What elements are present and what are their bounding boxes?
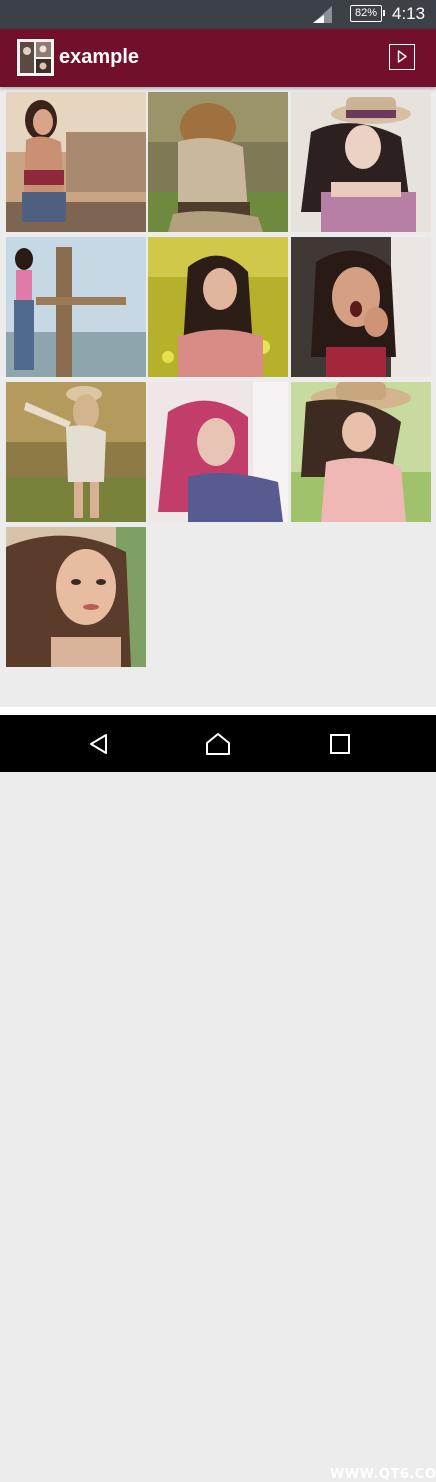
photo-thumbnail-9[interactable]: [291, 382, 431, 522]
recents-button[interactable]: [327, 731, 353, 757]
photo-thumbnail-8[interactable]: [148, 382, 288, 522]
battery-icon: 82%: [350, 5, 385, 22]
photo-thumbnail-6[interactable]: [291, 237, 431, 377]
photo-grid: [0, 87, 436, 707]
home-button[interactable]: [205, 731, 231, 757]
status-clock: 4:13: [392, 4, 426, 23]
status-bar: 82% 4:13: [0, 0, 436, 29]
back-button[interactable]: [86, 731, 112, 757]
play-button[interactable]: [389, 44, 415, 70]
recents-icon: [330, 734, 350, 754]
photo-thumbnail-10[interactable]: [6, 527, 146, 667]
photo-thumbnail-7[interactable]: [6, 382, 146, 522]
home-icon: [206, 733, 230, 755]
battery-percentage: 82%: [354, 7, 378, 19]
app-bar: example: [0, 29, 436, 87]
photo-thumbnail-1[interactable]: [6, 92, 146, 232]
app-title: example: [59, 46, 140, 68]
back-icon: [90, 734, 107, 754]
app-logo-icon: [16, 38, 55, 77]
play-icon: [397, 50, 407, 63]
signal-icon: [313, 6, 332, 23]
photo-thumbnail-5[interactable]: [148, 237, 288, 377]
photo-thumbnail-4[interactable]: [6, 237, 146, 377]
navigation-bar: WWW.QT6.COM: [0, 715, 436, 1482]
photo-thumbnail-3[interactable]: [291, 92, 431, 232]
watermark-text: WWW.QT6.COM: [330, 1467, 436, 1482]
photo-thumbnail-2[interactable]: [148, 92, 288, 232]
bottom-divider: [0, 707, 436, 715]
